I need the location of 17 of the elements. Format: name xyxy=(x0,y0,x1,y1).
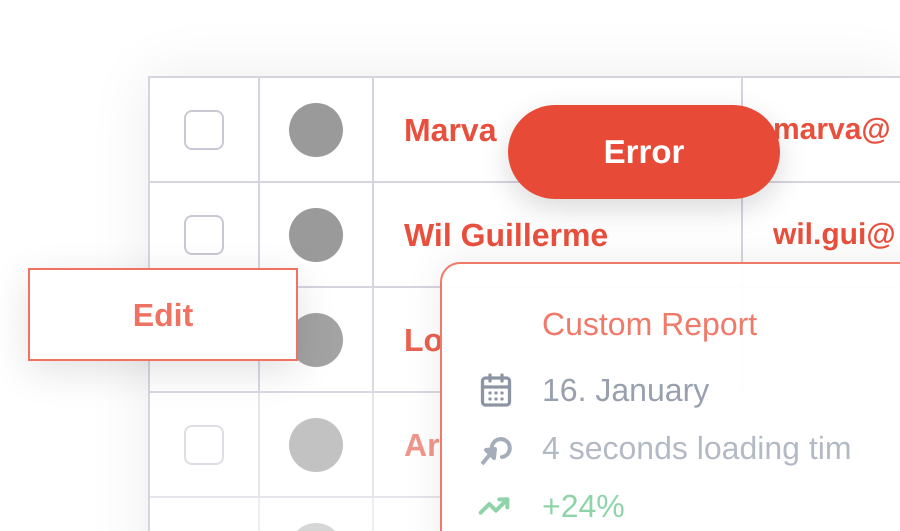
calendar-icon xyxy=(478,372,514,408)
checkbox[interactable] xyxy=(184,424,224,464)
avatar xyxy=(289,418,343,472)
user-name: Lo xyxy=(404,320,444,360)
checkbox[interactable] xyxy=(184,110,224,150)
avatar xyxy=(289,208,343,262)
checkbox[interactable] xyxy=(184,214,224,254)
user-name: Wil Guillerme xyxy=(404,216,608,254)
report-detail: +24% xyxy=(542,488,625,524)
avatar xyxy=(289,102,343,156)
user-name: Marva xyxy=(404,110,496,150)
report-detail: 16. January xyxy=(542,372,710,408)
user-email: wil.gui@ xyxy=(773,217,896,253)
report-detail: 4 seconds loading tim xyxy=(542,430,852,466)
edit-button[interactable]: Edit xyxy=(28,268,298,361)
user-name: Ar xyxy=(404,426,440,464)
report-title: Custom Report xyxy=(542,305,758,344)
